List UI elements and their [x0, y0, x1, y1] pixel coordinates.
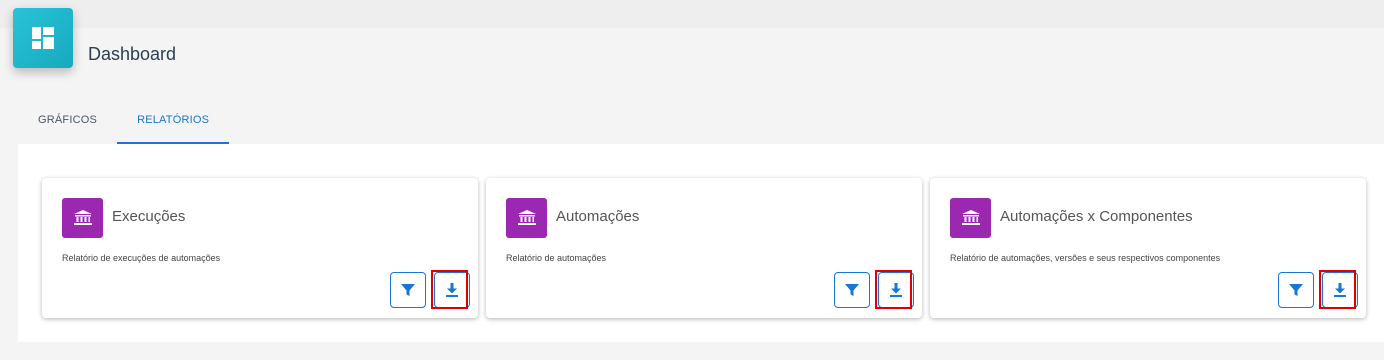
card-description: Relatório de execuções de automações	[62, 253, 221, 263]
download-button[interactable]	[1322, 272, 1358, 308]
download-icon	[1334, 283, 1346, 297]
card-description: Relatório de automações	[506, 253, 607, 263]
download-button[interactable]	[434, 272, 470, 308]
dashboard-icon	[13, 8, 73, 68]
bank-icon	[506, 198, 547, 238]
tab-graficos[interactable]: GRÁFICOS	[18, 96, 117, 144]
top-strip	[0, 0, 1384, 28]
card-title: Automações x Componentes	[1000, 208, 1193, 225]
reports-container: Execuções Relatório de execuções de auto…	[18, 144, 1384, 342]
filter-button[interactable]	[390, 272, 426, 308]
card-title: Execuções	[112, 208, 186, 225]
download-icon	[890, 283, 902, 297]
page-title: Dashboard	[88, 44, 177, 64]
report-card-execucoes: Execuções Relatório de execuções de auto…	[42, 178, 478, 318]
filter-icon	[845, 284, 859, 296]
report-card-automacoes-componentes: Automações x Componentes Relatório de au…	[930, 178, 1366, 318]
report-card-automacoes: Automações Relatório de automações	[486, 178, 922, 318]
filter-button[interactable]	[834, 272, 870, 308]
tab-relatorios[interactable]: RELATÓRIOS	[117, 96, 230, 144]
download-button[interactable]	[878, 272, 914, 308]
card-title: Automações	[556, 208, 640, 225]
card-description: Relatório de automações, versões e seus …	[950, 253, 1221, 263]
bank-icon	[62, 198, 103, 238]
download-icon	[446, 283, 458, 297]
tab-bar: GRÁFICOS RELATÓRIOS	[18, 96, 230, 144]
filter-icon	[1289, 284, 1303, 296]
bank-icon	[950, 198, 991, 238]
filter-icon	[401, 284, 415, 296]
filter-button[interactable]	[1278, 272, 1314, 308]
